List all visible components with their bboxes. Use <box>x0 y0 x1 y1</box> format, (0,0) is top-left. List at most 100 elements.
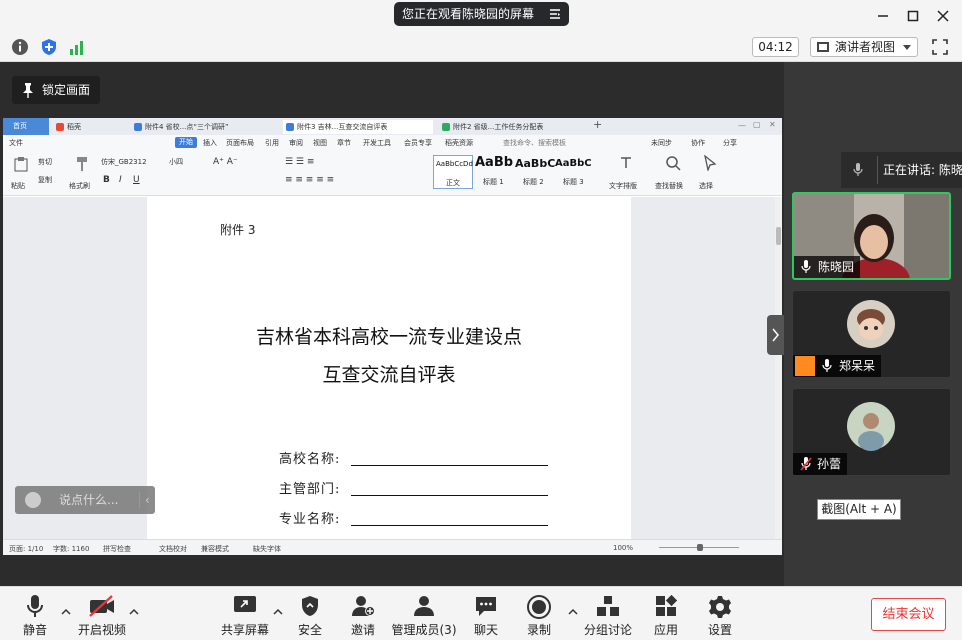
ribbon-tab-member[interactable]: 会员专享 <box>404 138 432 148</box>
cut-button[interactable]: 剪切 <box>38 157 52 167</box>
style-heading1[interactable]: AaBb 标题 1 <box>475 155 515 189</box>
collapse-panel-handle[interactable] <box>767 315 785 355</box>
underline-button[interactable]: U <box>133 175 140 185</box>
sync-status[interactable]: 未同步 <box>651 138 672 148</box>
minimize-icon[interactable] <box>874 7 892 25</box>
ribbon-tab-devtools[interactable]: 开发工具 <box>363 138 391 148</box>
fullscreen-icon[interactable] <box>931 38 949 56</box>
maximize-icon[interactable] <box>904 7 922 25</box>
wps-tab-annex2[interactable]: 附件2 省级...工作任务分配表 <box>439 120 589 134</box>
ribbon-tab-chapter[interactable]: 章节 <box>337 138 351 148</box>
ribbon-tab-file[interactable]: 文件 <box>9 138 23 148</box>
participant-name-bar: 郑呆呆 <box>793 355 882 377</box>
window-close-icon[interactable]: ✕ <box>769 120 776 129</box>
manage-members-button[interactable]: 管理成员(3) <box>390 587 458 640</box>
wps-tab-home[interactable]: 首页 <box>3 118 49 135</box>
wps-tab-docer[interactable]: 稻壳 <box>53 120 125 134</box>
zoom-thumb[interactable] <box>697 544 703 551</box>
style-name: 标题 1 <box>483 178 504 186</box>
style-heading2[interactable]: AaBbC 标题 2 <box>515 155 555 189</box>
chevron-up-icon[interactable] <box>273 607 283 615</box>
doc-proof[interactable]: 文档校对 <box>159 544 187 554</box>
meeting-info-bar: 04:12 演讲者视图 <box>0 33 962 62</box>
participant-tile-3[interactable]: 孙蕾 <box>792 388 951 476</box>
align-buttons[interactable]: ≡ ≡ ≡ ≡ ≡ <box>285 175 334 185</box>
chat-quick-input[interactable]: 说点什么... ‹ <box>15 486 155 514</box>
start-video-label: 开启视频 <box>77 623 126 637</box>
style-heading3[interactable]: AaBbC 标题 3 <box>555 155 595 189</box>
page-indicator[interactable]: 页面: 1/10 <box>9 544 43 554</box>
chevron-left-icon[interactable]: ‹ <box>145 486 150 514</box>
microphone-icon <box>853 163 863 176</box>
view-mode-dropdown[interactable]: 演讲者视图 <box>810 37 918 57</box>
close-icon[interactable] <box>934 7 952 25</box>
meeting-timer: 04:12 <box>752 37 799 57</box>
font-name-select[interactable]: 仿宋_GB2312 <box>101 157 147 167</box>
invite-button[interactable]: 邀请 <box>341 587 385 640</box>
new-tab-icon[interactable]: + <box>593 118 602 131</box>
paste-icon[interactable] <box>13 156 29 172</box>
invite-label: 邀请 <box>350 623 375 637</box>
search-icon[interactable] <box>665 155 681 171</box>
chat-button[interactable]: 聊天 <box>464 587 508 640</box>
record-button[interactable]: 录制 <box>517 587 561 640</box>
chevron-up-icon[interactable] <box>61 607 71 615</box>
word-count[interactable]: 字数: 1160 <box>53 544 89 554</box>
info-icon[interactable] <box>11 38 29 56</box>
vertical-scrollbar[interactable] <box>775 197 782 539</box>
security-button[interactable]: 安全 <box>288 587 332 640</box>
window-minimize-icon[interactable]: — <box>738 121 746 130</box>
cursor-select-icon[interactable] <box>703 155 717 171</box>
shield-icon <box>302 596 318 616</box>
text-layout-icon[interactable] <box>618 155 634 171</box>
avatar <box>847 402 895 451</box>
signal-icon[interactable] <box>68 38 86 56</box>
wps-tab-annex3[interactable]: 附件3 吉林...互查交流自评表 <box>283 120 433 134</box>
ribbon-tab-start[interactable]: 开始 <box>175 137 197 148</box>
apps-button[interactable]: 应用 <box>644 587 688 640</box>
lock-screen-button[interactable]: 锁定画面 <box>12 76 100 104</box>
ribbon-tab-docer[interactable]: 稻壳资源 <box>445 138 473 148</box>
chevron-up-icon[interactable] <box>129 607 139 615</box>
emoji-icon[interactable] <box>25 492 41 508</box>
participant-tile-1[interactable]: 陈晓园 <box>792 192 951 280</box>
list-buttons[interactable]: ☰ ☰ ≡ <box>285 157 314 167</box>
ribbon-tab-insert[interactable]: 插入 <box>203 138 217 148</box>
ribbon-search[interactable]: 查找命令、搜索模板 <box>503 138 566 148</box>
share-doc-button[interactable]: 分享 <box>723 138 737 148</box>
ribbon-tab-review[interactable]: 审阅 <box>289 138 303 148</box>
collab-button[interactable]: 协作 <box>691 138 705 148</box>
bold-button[interactable]: B <box>103 175 110 185</box>
share-screen-button[interactable]: 共享屏幕 <box>218 587 272 640</box>
mute-button[interactable]: 静音 <box>12 587 58 640</box>
italic-button[interactable]: I <box>119 175 122 185</box>
ribbon-tab-layout[interactable]: 页面布局 <box>226 138 254 148</box>
breakout-button[interactable]: 分组讨论 <box>582 587 634 640</box>
spell-check[interactable]: 拼写检查 <box>103 544 131 554</box>
security-shield-icon[interactable] <box>40 38 58 56</box>
viewing-banner[interactable]: 您正在观看陈晓园的屏幕 <box>394 2 569 26</box>
chevron-up-icon[interactable] <box>568 607 578 615</box>
end-meeting-button[interactable]: 结束会议 <box>871 598 946 631</box>
chevron-right-icon <box>772 328 779 342</box>
chat-placeholder: 说点什么... <box>59 493 119 507</box>
start-video-button[interactable]: 开启视频 <box>74 587 130 640</box>
wps-tab-annex4[interactable]: 附件4 省校...点“三个调研” <box>131 120 279 134</box>
copy-button[interactable]: 复制 <box>38 175 52 185</box>
lock-screen-label: 锁定画面 <box>42 83 91 97</box>
members-icon <box>414 596 434 616</box>
ribbon-tab-reference[interactable]: 引用 <box>265 138 279 148</box>
grow-font-button[interactable]: A⁺ A⁻ <box>213 157 238 167</box>
window-restore-icon[interactable]: ▢ <box>753 120 761 129</box>
zoom-level[interactable]: 100% <box>613 544 633 552</box>
scroll-thumb[interactable] <box>776 227 781 245</box>
menu-icon[interactable] <box>549 8 561 20</box>
style-normal[interactable]: AaBbCcDd 正文 <box>433 155 473 189</box>
font-size-select[interactable]: 小四 <box>169 157 183 167</box>
participant-tile-2[interactable]: 郑呆呆 <box>792 290 951 378</box>
missing-font[interactable]: 缺失字体 <box>253 544 281 554</box>
settings-button[interactable]: 设置 <box>698 587 742 640</box>
format-painter-icon[interactable] <box>75 156 89 172</box>
ribbon-tab-view[interactable]: 视图 <box>313 138 327 148</box>
document-page[interactable]: 附件 3 吉林省本科高校一流专业建设点 互查交流自评表 高校名称: 主管部门: … <box>147 197 631 539</box>
